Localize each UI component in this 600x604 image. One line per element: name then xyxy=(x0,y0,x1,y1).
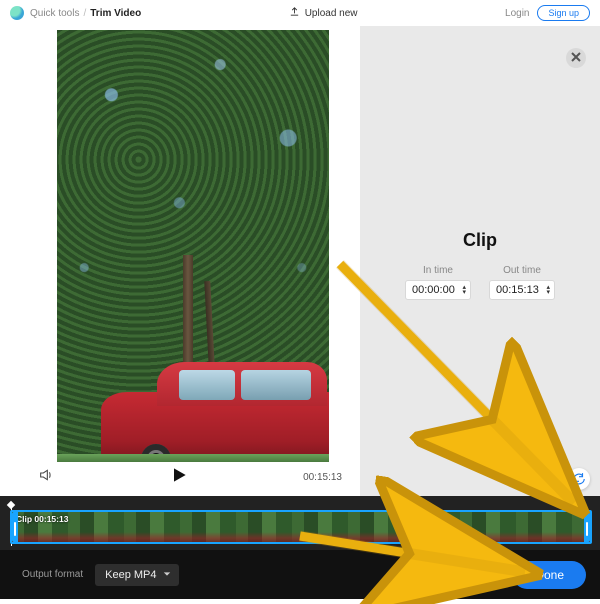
close-icon xyxy=(571,49,581,67)
volume-icon[interactable] xyxy=(38,467,54,488)
out-time-input[interactable]: 00:15:13 ▴▾ xyxy=(489,280,555,300)
app-logo xyxy=(10,6,24,20)
transport-bar: 00:15:13 xyxy=(36,462,350,492)
chevron-down-icon xyxy=(163,569,171,581)
breadcrumb-current: Trim Video xyxy=(90,8,141,19)
video-preview[interactable] xyxy=(57,30,329,462)
timeline[interactable]: Clip 00:15:13 xyxy=(0,496,600,550)
signup-button[interactable]: Sign up xyxy=(537,5,590,21)
upload-new-label: Upload new xyxy=(305,8,358,19)
loop-icon[interactable] xyxy=(568,468,590,490)
clip-panel: Clip In time 00:00:00 ▴▾ Out time 00:15:… xyxy=(360,26,600,496)
preview-column: 00:15:13 xyxy=(0,26,360,496)
upload-new-button[interactable]: Upload new xyxy=(289,6,358,20)
panel-title: Clip xyxy=(360,230,600,251)
in-time-stepper[interactable]: ▴▾ xyxy=(460,285,468,295)
upload-icon xyxy=(289,6,300,20)
in-time-input[interactable]: 00:00:00 ▴▾ xyxy=(405,280,471,300)
in-time-label: In time xyxy=(405,265,471,276)
close-panel-button[interactable] xyxy=(566,48,586,68)
bottom-bar: Output format Keep MP4 Done xyxy=(0,550,600,599)
top-bar: Quick tools / Trim Video Upload new Logi… xyxy=(0,0,600,26)
trim-handle-right[interactable] xyxy=(584,512,590,542)
out-time-label: Out time xyxy=(489,265,555,276)
out-time-stepper[interactable]: ▴▾ xyxy=(544,285,552,295)
breadcrumb-parent[interactable]: Quick tools xyxy=(30,8,79,19)
output-format-select[interactable]: Keep MP4 xyxy=(95,564,178,586)
output-format-label: Output format xyxy=(22,569,83,580)
play-button[interactable] xyxy=(169,465,189,490)
out-time-value: 00:15:13 xyxy=(496,284,539,296)
clip-strip-label: Clip 00:15:13 xyxy=(16,514,68,524)
clip-strip[interactable]: Clip 00:15:13 xyxy=(10,510,592,544)
in-time-value: 00:00:00 xyxy=(412,284,455,296)
main-area: 00:15:13 Clip In time 00:00:00 ▴▾ Out ti… xyxy=(0,26,600,496)
trim-handle-left[interactable] xyxy=(12,512,18,542)
output-format-value: Keep MP4 xyxy=(105,569,156,581)
breadcrumb-separator: / xyxy=(83,8,86,19)
done-button[interactable]: Done xyxy=(513,561,586,589)
duration-readout: 00:15:13 xyxy=(303,472,342,483)
login-link[interactable]: Login xyxy=(505,8,529,19)
